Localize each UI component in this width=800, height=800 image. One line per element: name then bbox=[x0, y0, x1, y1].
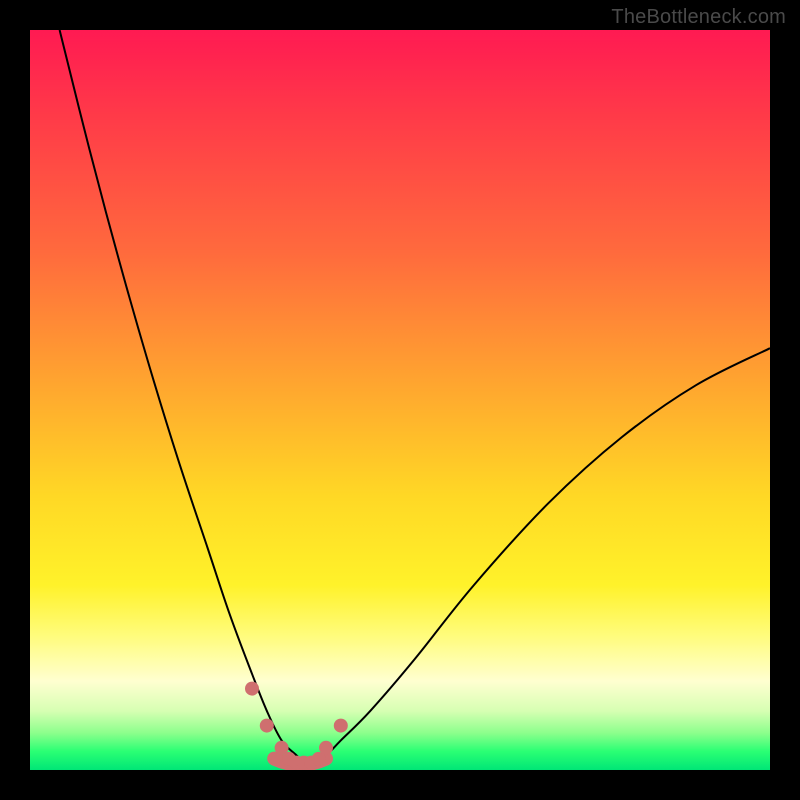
plot-area bbox=[30, 30, 770, 770]
chart-frame: TheBottleneck.com bbox=[0, 0, 800, 800]
bottleneck-curve bbox=[60, 30, 770, 764]
optimal-marker bbox=[245, 682, 259, 696]
optimal-marker bbox=[319, 741, 333, 755]
optimal-marker bbox=[334, 719, 348, 733]
optimal-marker bbox=[260, 719, 274, 733]
bottleneck-curve-path bbox=[60, 30, 770, 764]
curve-svg bbox=[30, 30, 770, 770]
watermark-text: TheBottleneck.com bbox=[611, 6, 786, 29]
